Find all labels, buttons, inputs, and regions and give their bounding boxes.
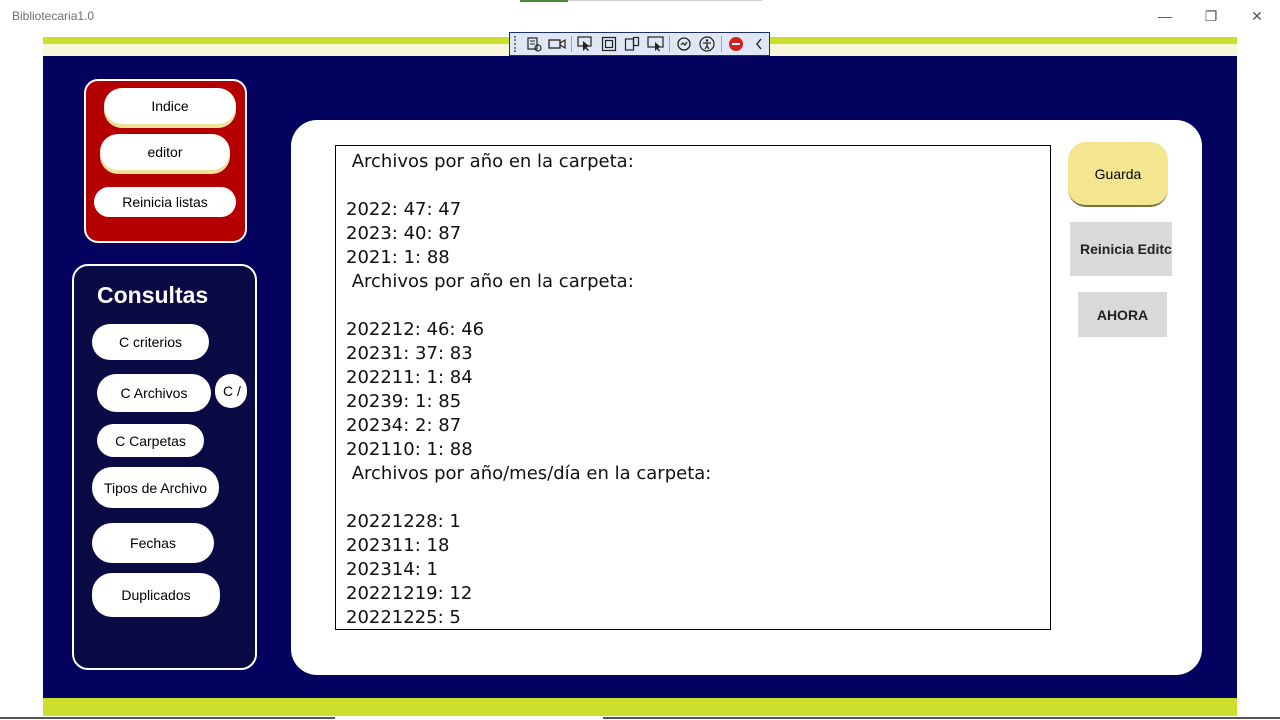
editor-line: 202211: 1: 84 <box>346 367 473 388</box>
collapse-icon[interactable] <box>750 35 769 53</box>
editor-line: 20239: 1: 85 <box>346 391 462 412</box>
accessibility-icon[interactable] <box>698 35 717 53</box>
toolbar-separator <box>721 36 723 52</box>
restore-icon: ❐ <box>1204 7 1218 24</box>
title-bar: Bibliotecaria1.0 — ❐ ✕ <box>0 0 1280 32</box>
stop-icon[interactable] <box>726 35 745 53</box>
close-button[interactable]: ✕ <box>1234 0 1280 32</box>
minimize-button[interactable]: — <box>1142 0 1188 32</box>
editor-line: 2022: 47: 47 <box>346 199 462 220</box>
editor-line: Archivos por año en la carpeta: <box>346 151 634 172</box>
ahora-button[interactable]: AHORA <box>1078 292 1167 337</box>
editor-line: 202311: 18 <box>346 535 450 556</box>
editor-line: 20234: 2: 87 <box>346 415 462 436</box>
duplicados-button[interactable]: Duplicados <box>92 573 220 617</box>
toolbar-separator <box>669 36 671 52</box>
debug-toolbar <box>509 32 770 56</box>
editor-textbox[interactable]: Archivos por año en la carpeta: 2022: 47:… <box>335 145 1051 630</box>
editor-line: 20231: 37: 83 <box>346 343 473 364</box>
select-element-icon[interactable] <box>576 35 595 53</box>
editor-line: 202212: 46: 46 <box>346 319 485 340</box>
grip-handle[interactable] <box>514 36 520 52</box>
editor-line: 202314: 1 <box>346 559 438 580</box>
editor-line: 2021: 1: 88 <box>346 247 450 268</box>
editor-line: Archivos por año en la carpeta: <box>346 271 634 292</box>
title-accent-line <box>568 0 762 1</box>
c-criterios-button[interactable]: C criterios <box>92 324 209 360</box>
title-accent <box>520 0 568 2</box>
c-a-button[interactable]: C / <box>215 374 247 408</box>
fechas-button[interactable]: Fechas <box>92 523 214 563</box>
c-carpetas-button[interactable]: C Carpetas <box>97 424 204 457</box>
track-focus-icon[interactable] <box>623 35 642 53</box>
editor-line: 20221225: 5 <box>346 607 461 628</box>
editor-line: 20221219: 12 <box>346 583 473 604</box>
live-visual-tree-icon[interactable] <box>524 35 543 53</box>
editor-line: 2023: 40: 87 <box>346 223 462 244</box>
editor-button[interactable]: editor <box>100 134 230 170</box>
reinicia-editor-button[interactable]: Reinicia Editc <box>1070 222 1172 276</box>
bottom-edge <box>0 716 1280 720</box>
record-icon[interactable] <box>547 35 566 53</box>
minimize-icon: — <box>1158 8 1172 24</box>
consultas-title: Consultas <box>97 282 209 308</box>
editor-line: Archivos por año/mes/día en la carpeta: <box>346 463 712 484</box>
guarda-button[interactable]: Guarda <box>1068 142 1168 207</box>
window-title: Bibliotecaria1.0 <box>12 9 95 23</box>
tipos-de-archivo-button[interactable]: Tipos de Archivo <box>92 467 219 508</box>
editor-line: 20221228: 1 <box>346 511 461 532</box>
toolbar-separator <box>570 36 572 52</box>
maximize-button[interactable]: ❐ <box>1188 0 1234 32</box>
editor-line: 202110: 1: 88 <box>346 439 473 460</box>
bottom-lime-band <box>43 698 1237 716</box>
c-archivos-button[interactable]: C Archivos <box>97 374 211 412</box>
display-layout-adorners-icon[interactable] <box>599 35 618 53</box>
hot-reload-icon[interactable] <box>674 35 693 53</box>
close-icon: ✕ <box>1251 7 1263 24</box>
indice-button[interactable]: Indice <box>104 88 236 124</box>
reinicia-listas-button[interactable]: Reinicia listas <box>94 187 236 217</box>
display-layout-icon[interactable] <box>646 35 665 53</box>
